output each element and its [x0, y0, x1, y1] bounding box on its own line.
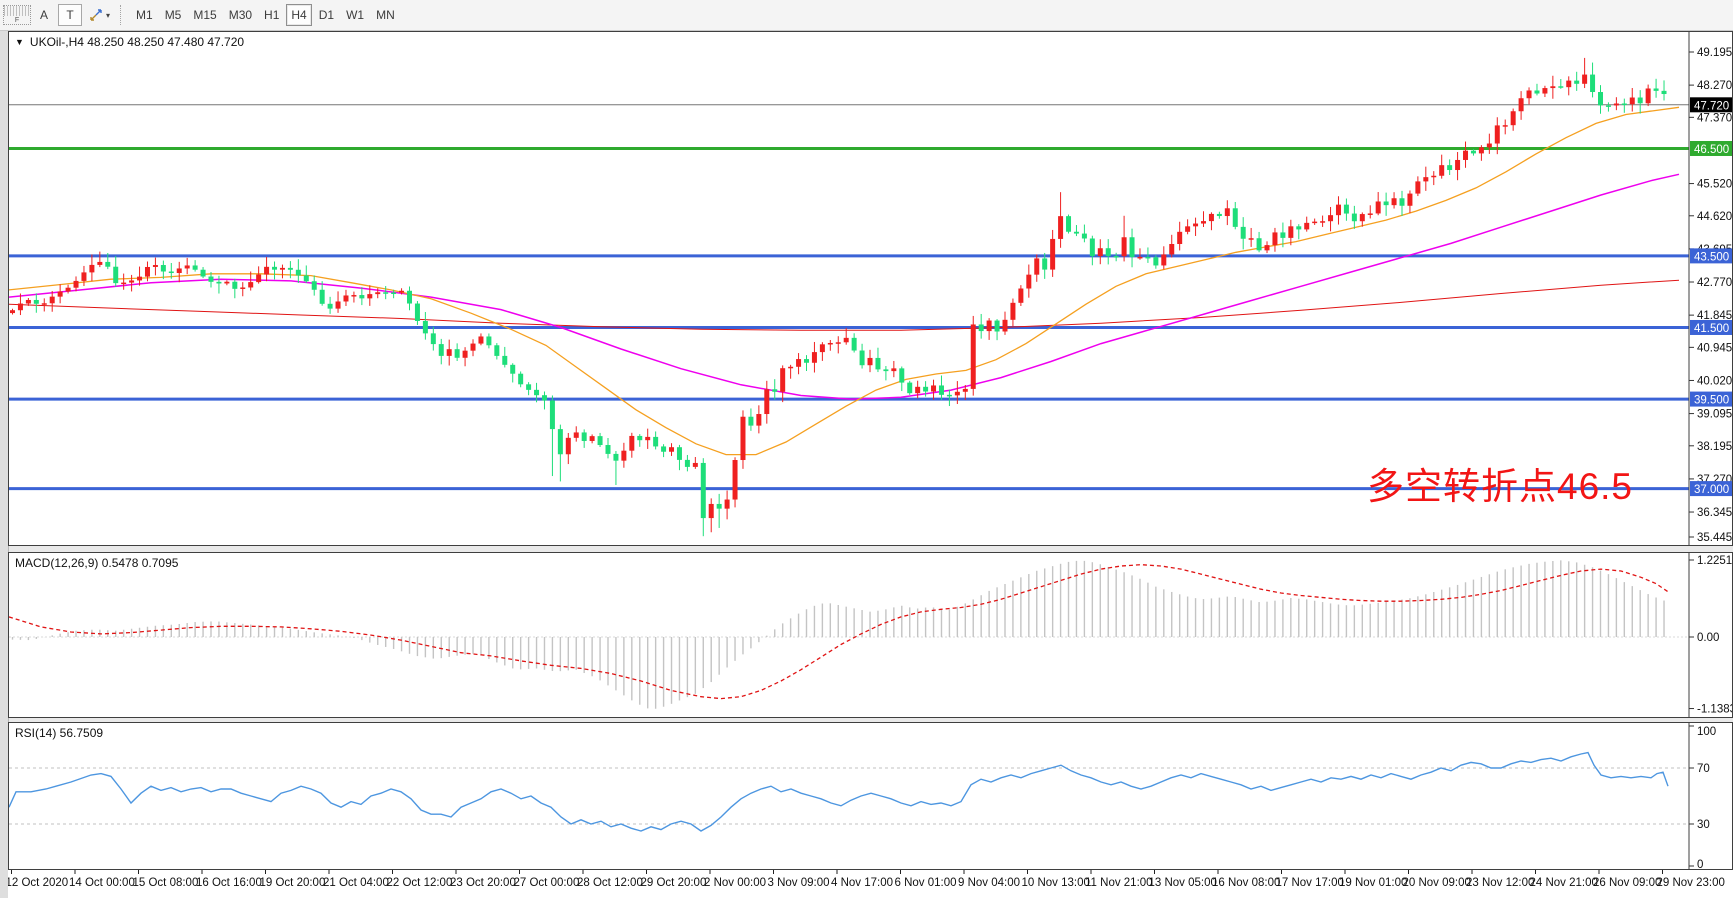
rsi-label: RSI(14) 56.7509: [15, 726, 103, 740]
svg-text:29 Nov 23:00: 29 Nov 23:00: [1657, 877, 1725, 889]
text-tool-button[interactable]: T: [58, 4, 82, 26]
svg-text:13 Nov 05:00: 13 Nov 05:00: [1149, 877, 1217, 889]
top-toolbar: F A T ▾ M1M5M15M30H1H4D1W1MN: [0, 0, 1733, 31]
macd-label: MACD(12,26,9) 0.5478 0.7095: [15, 556, 178, 570]
svg-text:100: 100: [1697, 726, 1716, 738]
timeframe-button-m5[interactable]: M5: [160, 4, 187, 26]
svg-text:44.620: 44.620: [1697, 211, 1732, 223]
svg-text:11 Nov 21:00: 11 Nov 21:00: [1085, 877, 1153, 889]
timeframe-button-h1[interactable]: H1: [259, 4, 284, 26]
timeframe-button-m1[interactable]: M1: [131, 4, 158, 26]
svg-text:29 Oct 20:00: 29 Oct 20:00: [641, 877, 707, 889]
svg-text:47.370: 47.370: [1697, 112, 1732, 124]
svg-text:0: 0: [1697, 859, 1703, 869]
svg-text:2 Nov 00:00: 2 Nov 00:00: [704, 877, 766, 889]
svg-text:16 Nov 08:00: 16 Nov 08:00: [1212, 877, 1280, 889]
timeframe-button-m15[interactable]: M15: [188, 4, 221, 26]
rsi-panel[interactable]: RSI(14) 56.7509 100 70 30 0: [8, 722, 1733, 870]
svg-text:26 Nov 09:00: 26 Nov 09:00: [1593, 877, 1661, 889]
svg-text:37.000: 37.000: [1694, 484, 1729, 496]
svg-text:16 Oct 16:00: 16 Oct 16:00: [196, 877, 262, 889]
timeframe-button-d1[interactable]: D1: [314, 4, 339, 26]
grid-handle-icon[interactable]: F: [3, 5, 31, 25]
svg-text:42.770: 42.770: [1697, 277, 1732, 289]
toolbar-separator: [120, 5, 126, 25]
rsi-plot[interactable]: 100 70 30 0: [9, 723, 1732, 869]
svg-text:48.270: 48.270: [1697, 80, 1732, 92]
svg-text:9 Nov 04:00: 9 Nov 04:00: [958, 877, 1020, 889]
svg-text:6 Nov 01:00: 6 Nov 01:00: [895, 877, 957, 889]
chevron-down-icon: ▾: [106, 11, 110, 20]
svg-text:17 Nov 17:00: 17 Nov 17:00: [1276, 877, 1344, 889]
chart-annotation-text[interactable]: 多空转折点46.5: [1367, 456, 1633, 510]
svg-text:1.2251: 1.2251: [1697, 555, 1732, 567]
svg-text:23 Nov 12:00: 23 Nov 12:00: [1466, 877, 1534, 889]
svg-text:12 Oct 2020: 12 Oct 2020: [8, 877, 68, 889]
svg-text:49.195: 49.195: [1697, 47, 1732, 59]
svg-text:39.095: 39.095: [1697, 409, 1732, 421]
arrows-tool-button[interactable]: ▾: [84, 4, 115, 26]
main-chart-panel[interactable]: ▼ UKOil-,H4 48.250 48.250 47.480 47.720 …: [8, 31, 1733, 546]
svg-text:36.345: 36.345: [1697, 507, 1732, 519]
svg-text:-1.1383: -1.1383: [1697, 704, 1732, 716]
double-arrow-icon: [89, 8, 103, 22]
macd-plot[interactable]: 1.2251 0.00 -1.1383: [9, 553, 1732, 717]
symbol-ohlc-text: UKOil-,H4 48.250 48.250 47.480 47.720: [30, 35, 244, 49]
svg-text:15 Oct 08:00: 15 Oct 08:00: [133, 877, 199, 889]
svg-text:22 Oct 12:00: 22 Oct 12:00: [387, 877, 453, 889]
timeframe-button-mn[interactable]: MN: [371, 4, 400, 26]
font-button[interactable]: A: [32, 4, 56, 26]
svg-text:39.500: 39.500: [1694, 395, 1729, 407]
svg-text:43.500: 43.500: [1694, 251, 1729, 263]
time-axis-labels: 12 Oct 202014 Oct 00:0015 Oct 08:0016 Oc…: [8, 870, 1733, 898]
macd-panel[interactable]: MACD(12,26,9) 0.5478 0.7095 1.2251 0.00 -1…: [8, 552, 1733, 718]
symbol-title: ▼ UKOil-,H4 48.250 48.250 47.480 47.720: [15, 35, 244, 49]
svg-text:19 Nov 01:00: 19 Nov 01:00: [1339, 877, 1407, 889]
svg-text:35.445: 35.445: [1697, 532, 1732, 544]
svg-text:41.500: 41.500: [1694, 323, 1729, 335]
timeframe-button-m30[interactable]: M30: [224, 4, 257, 26]
svg-text:46.500: 46.500: [1694, 144, 1729, 156]
svg-text:45.520: 45.520: [1697, 179, 1732, 191]
svg-text:38.195: 38.195: [1697, 441, 1732, 453]
svg-text:27 Oct 00:00: 27 Oct 00:00: [514, 877, 580, 889]
svg-text:0.00: 0.00: [1697, 632, 1719, 644]
svg-text:30: 30: [1697, 819, 1710, 831]
svg-text:40.945: 40.945: [1697, 342, 1732, 354]
svg-text:40.020: 40.020: [1697, 375, 1732, 387]
timeframe-button-h4[interactable]: H4: [286, 4, 311, 26]
svg-text:3 Nov 09:00: 3 Nov 09:00: [768, 877, 830, 889]
time-axis[interactable]: 12 Oct 202014 Oct 00:0015 Oct 08:0016 Oc…: [8, 870, 1733, 898]
svg-text:70: 70: [1697, 763, 1710, 775]
svg-text:10 Nov 13:00: 10 Nov 13:00: [1022, 877, 1090, 889]
svg-text:4 Nov 17:00: 4 Nov 17:00: [831, 877, 893, 889]
svg-text:21 Oct 04:00: 21 Oct 04:00: [323, 877, 389, 889]
svg-text:28 Oct 12:00: 28 Oct 12:00: [577, 877, 643, 889]
svg-text:47.720: 47.720: [1694, 100, 1729, 112]
svg-text:23 Oct 20:00: 23 Oct 20:00: [450, 877, 516, 889]
svg-text:14 Oct 00:00: 14 Oct 00:00: [69, 877, 135, 889]
timeframe-button-w1[interactable]: W1: [341, 4, 369, 26]
timeframe-group: M1M5M15M30H1H4D1W1MN: [130, 4, 401, 26]
svg-text:20 Nov 09:00: 20 Nov 09:00: [1403, 877, 1471, 889]
symbol-dropdown-icon[interactable]: ▼: [15, 37, 24, 47]
svg-text:19 Oct 20:00: 19 Oct 20:00: [260, 877, 326, 889]
svg-text:24 Nov 21:00: 24 Nov 21:00: [1530, 877, 1598, 889]
